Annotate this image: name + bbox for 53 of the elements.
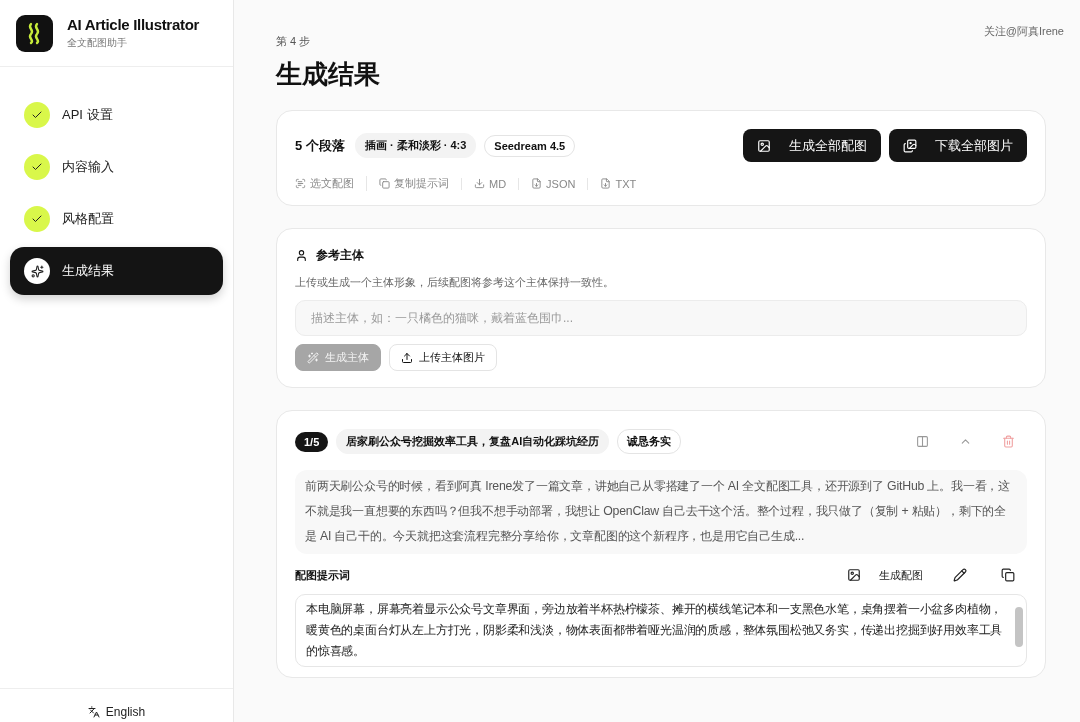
export-action[interactable]: 复制提示词: [366, 176, 461, 191]
images-icon: [903, 138, 917, 153]
person-icon: [295, 249, 308, 262]
check-icon: [24, 154, 50, 180]
section-title: 参考主体: [316, 247, 364, 264]
generate-image-button[interactable]: 生成配图: [847, 567, 923, 583]
language-button[interactable]: English: [87, 705, 146, 719]
step-item[interactable]: 内容输入: [10, 143, 223, 191]
upload-icon: [401, 351, 413, 364]
check-icon: [24, 206, 50, 232]
export-action[interactable]: 选文配图: [295, 176, 366, 191]
subject-input[interactable]: 描述主体，如：一只橘色的猫咪，戴着蓝色围巾...: [295, 300, 1027, 336]
prompt-label: 配图提示词: [295, 567, 350, 583]
text-select-icon: [295, 178, 306, 189]
style-tag: Seedream 4.5: [484, 134, 576, 157]
copy-icon: [379, 178, 390, 189]
subject-button[interactable]: 上传主体图片: [389, 344, 497, 371]
step-item[interactable]: 生成结果: [10, 247, 223, 295]
file-icon: [600, 178, 612, 189]
page-title: 生成结果: [276, 58, 381, 91]
translate-icon: [87, 706, 100, 718]
step-item[interactable]: API 设置: [10, 91, 223, 139]
sparkle-icon: [24, 258, 50, 284]
tone-tag: 诚恳务实: [617, 429, 682, 454]
wand-icon: [307, 351, 319, 364]
step-label: 风格配置: [62, 210, 114, 228]
image-icon: [847, 568, 861, 582]
export-action[interactable]: JSON: [518, 177, 588, 190]
follow-link[interactable]: 关注@阿真Irene: [983, 24, 1064, 39]
download-icon: [474, 178, 485, 189]
bulk-action-button[interactable]: 下载全部图片: [889, 129, 1027, 162]
export-action[interactable]: MD: [461, 177, 519, 190]
paragraph-text: 前两天刷公众号的时候，看到阿真 Irene发了一篇文章，讲她自己从零搭建了一个 AI 全文配图工具，还开源到了 GitHub 上。我一看，这不就是我一直想要的东西吗？但我不想手动部署，我想让 OpenClaw 自己去干这个活。整个过程，我只做了（复制 + 粘贴），剩下的全是 AI 自己干的。今天就把这套流程完整分享给你，文章配图的这个新程序，也是用它自己生成...: [295, 470, 1027, 554]
check-icon: [24, 102, 50, 128]
image-icon: [757, 138, 771, 153]
step-item[interactable]: 风格配置: [10, 195, 223, 243]
export-action[interactable]: TXT: [587, 177, 649, 190]
paragraph-index: 1/5: [295, 431, 329, 452]
prompt-field[interactable]: 本电脑屏幕，屏幕亮着显示公众号文章界面，旁边放着半杯热柠檬茶、摊开的横线笔记本和一支黑色水笔，桌角摆着一小盆多肉植物，暖黄色的桌面台灯从左上方打光，阴影柔和浅淡，物体表面都带着哑光温润的质感，整体氛围松弛又务实，传递出挖掘到好用效率工具的惊喜感。: [295, 594, 1027, 667]
style-tag: 插画 · 柔和淡彩 · 4:3: [354, 133, 477, 158]
logo-icon: [16, 14, 53, 52]
step-label: 内容输入: [62, 158, 114, 176]
file-icon: [531, 178, 543, 189]
app-subtitle: 全文配图助手: [67, 36, 128, 50]
paragraph-count: 5 个段落: [295, 136, 345, 155]
app-name: AI Article Illustrator: [67, 16, 200, 33]
bulk-action-button[interactable]: 生成全部配图: [743, 129, 881, 162]
section-hint: 上传或生成一个主体形象，后续配图将参考这个主体保持一致性。: [295, 276, 615, 290]
step-label: API 设置: [62, 106, 113, 124]
paragraph-heading: 居家刷公众号挖掘效率工具，复盘AI自动化踩坑经历: [336, 429, 610, 454]
step-label: 生成结果: [62, 262, 114, 280]
scrollbar-thumb[interactable]: [1015, 607, 1023, 647]
step-number: 第 4 步: [276, 34, 312, 49]
